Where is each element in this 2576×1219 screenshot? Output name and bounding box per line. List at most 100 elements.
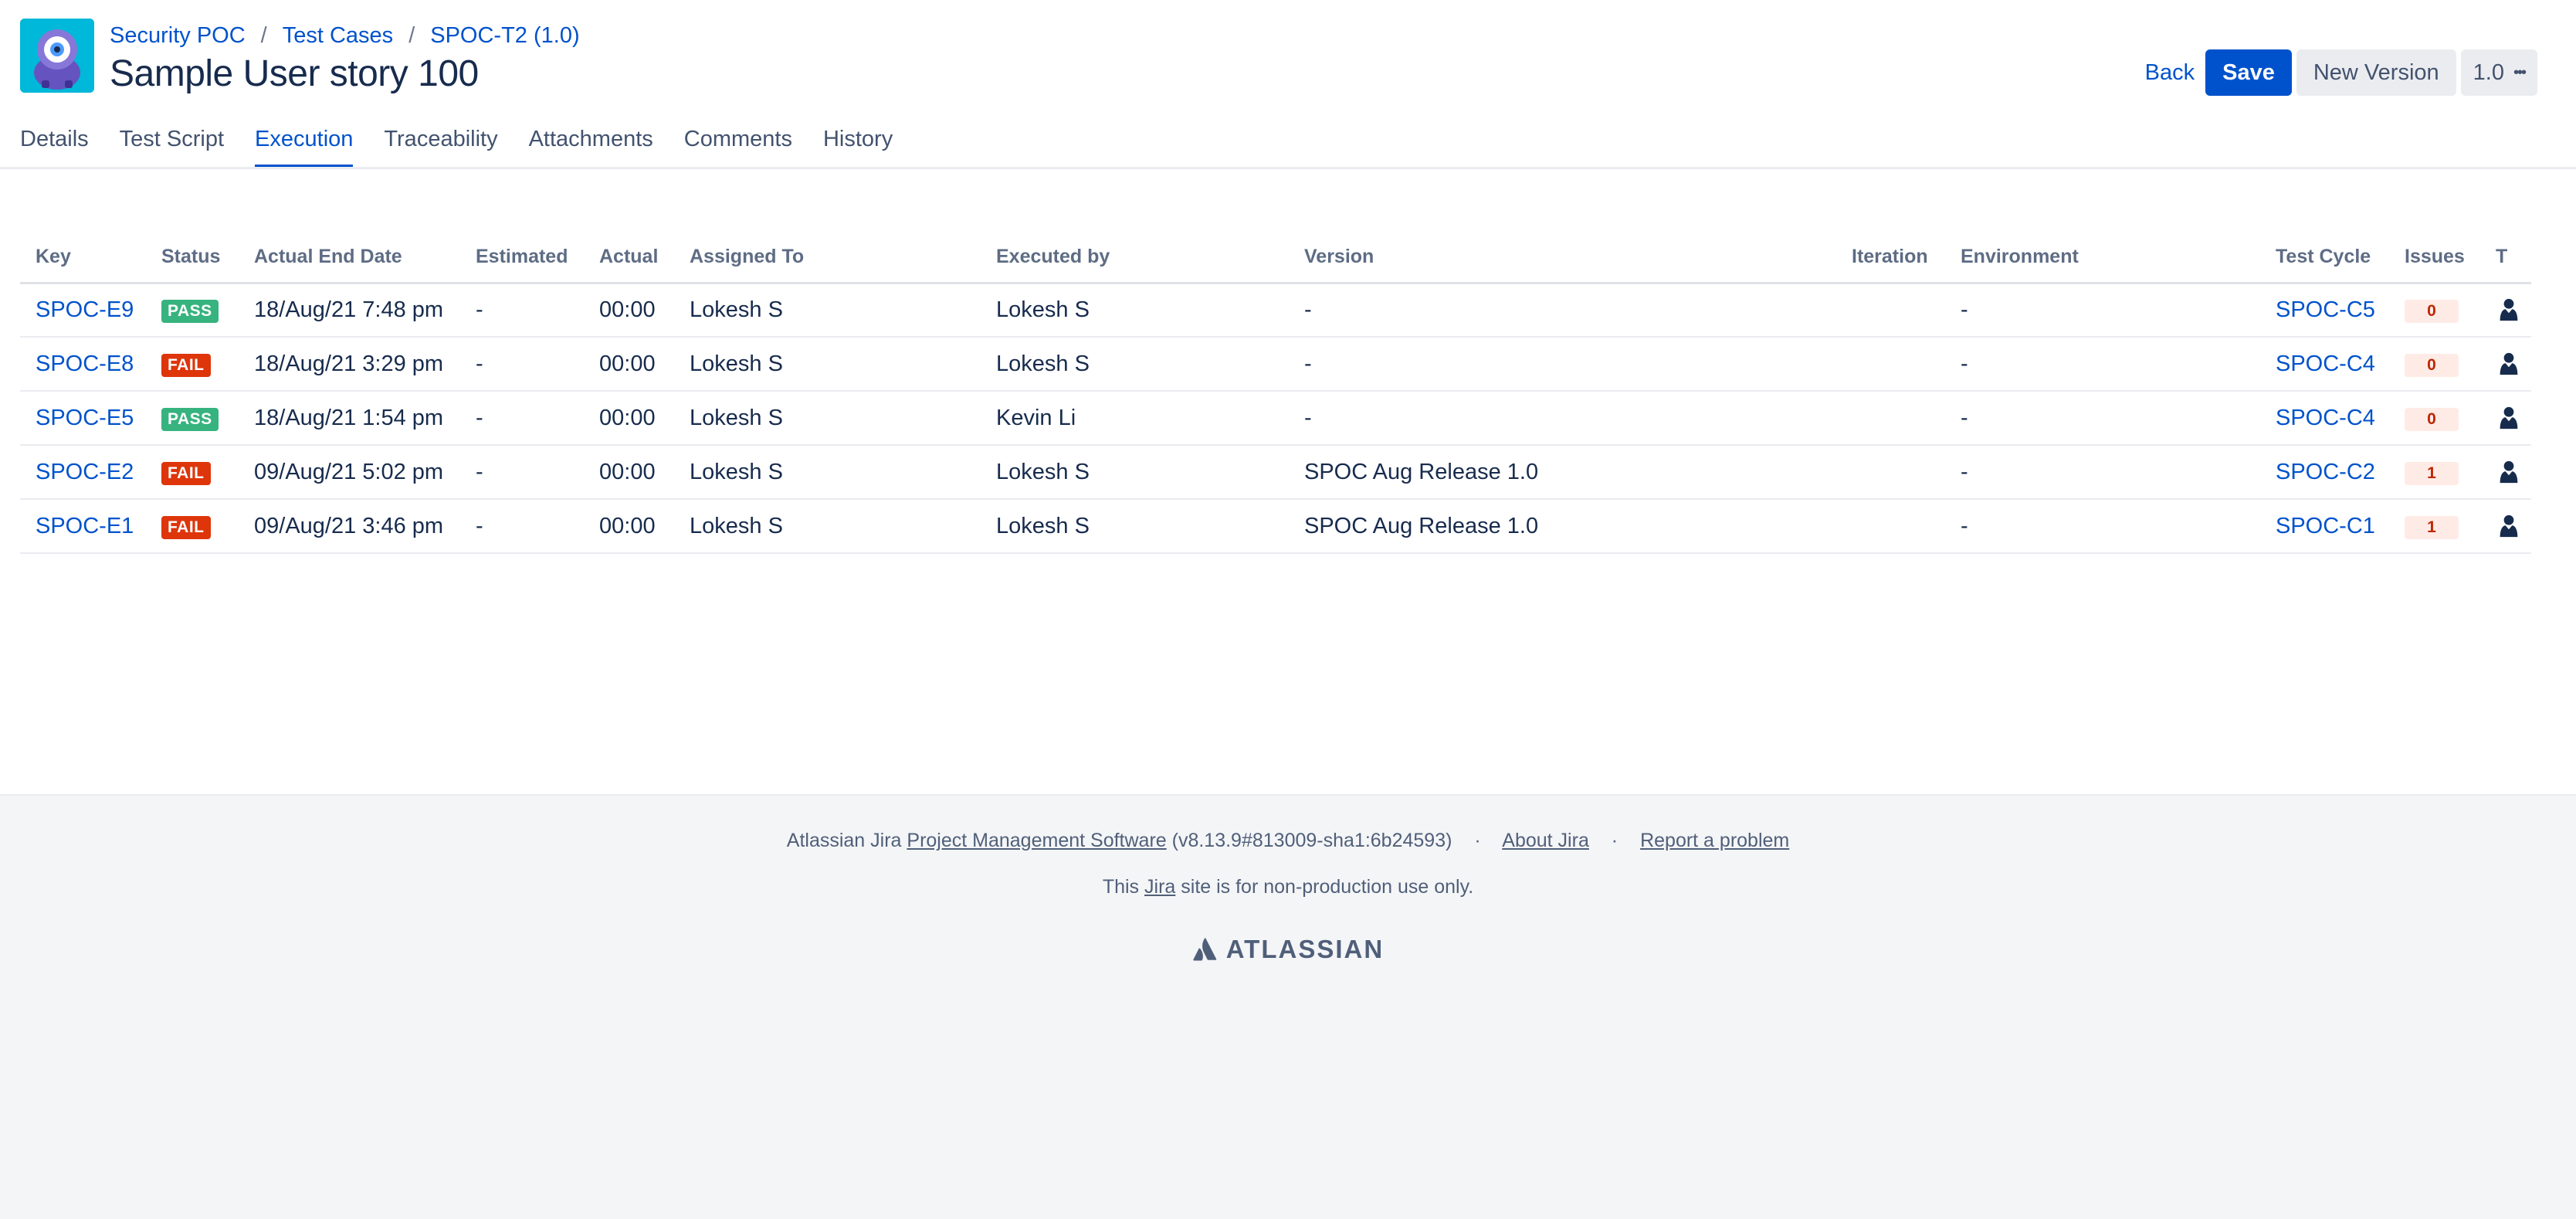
execution-key-link[interactable]: SPOC-E2 bbox=[36, 460, 134, 484]
breadcrumb-separator: / bbox=[408, 22, 415, 48]
person-icon[interactable] bbox=[2496, 513, 2522, 539]
assigned-to: Lokesh S bbox=[674, 283, 981, 338]
footer-notice-before: This bbox=[1102, 876, 1140, 898]
status-badge: FAIL bbox=[161, 516, 211, 539]
version: SPOC Aug Release 1.0 bbox=[1289, 445, 1836, 500]
estimated-time: - bbox=[460, 391, 584, 446]
table-row[interactable]: SPOC-E1 FAIL 09/Aug/21 3:46 pm - 00:00 L… bbox=[20, 499, 2531, 554]
atlassian-logo-text: ATLASSIAN bbox=[1225, 935, 1385, 963]
executions-table-container: Key Status Actual End Date Estimated Act… bbox=[20, 232, 2531, 554]
estimated-time: - bbox=[460, 337, 584, 392]
version-menu-button[interactable]: 1.0 ••• bbox=[2460, 49, 2537, 96]
iteration bbox=[1836, 391, 1945, 446]
person-icon[interactable] bbox=[2496, 459, 2522, 485]
issues-count-badge[interactable]: 0 bbox=[2405, 300, 2459, 324]
tab-traceability[interactable]: Traceability bbox=[384, 122, 497, 168]
column-header-key[interactable]: Key bbox=[20, 232, 146, 284]
atlassian-logo-icon bbox=[1193, 938, 1217, 961]
column-header-status[interactable]: Status bbox=[146, 232, 239, 284]
issues-count-badge[interactable]: 1 bbox=[2405, 462, 2459, 485]
header-divider bbox=[0, 167, 2576, 169]
iteration bbox=[1836, 499, 1945, 554]
column-header-estimated[interactable]: Estimated bbox=[460, 232, 584, 284]
estimated-time: - bbox=[460, 445, 584, 500]
person-icon[interactable] bbox=[2496, 351, 2522, 377]
atlassian-logo[interactable]: ATLASSIAN bbox=[0, 935, 2576, 964]
execution-key-link[interactable]: SPOC-E1 bbox=[36, 514, 134, 538]
table-row[interactable]: SPOC-E5 PASS 18/Aug/21 1:54 pm - 00:00 L… bbox=[20, 391, 2531, 446]
executed-by: Lokesh S bbox=[981, 499, 1289, 554]
executed-by: Lokesh S bbox=[981, 445, 1289, 500]
footer-jira-link[interactable]: Jira bbox=[1144, 876, 1175, 898]
issues-count-badge[interactable]: 0 bbox=[2405, 408, 2459, 431]
test-cycle-link[interactable]: SPOC-C1 bbox=[2276, 514, 2375, 538]
person-icon[interactable] bbox=[2496, 297, 2522, 323]
footer-dot: · bbox=[1474, 830, 1481, 851]
footer-about-link[interactable]: About Jira bbox=[1502, 830, 1589, 851]
person-icon[interactable] bbox=[2496, 405, 2522, 431]
estimated-time: - bbox=[460, 283, 584, 338]
column-header-environment[interactable]: Environment bbox=[1945, 232, 2260, 284]
status-badge: PASS bbox=[161, 408, 219, 431]
footer-notice-after: site is for non-production use only. bbox=[1181, 876, 1474, 898]
breadcrumb-project-link[interactable]: Security POC bbox=[110, 23, 246, 49]
footer-info: Atlassian Jira Project Management Softwa… bbox=[0, 830, 2576, 852]
header-actions: Back Save New Version 1.0 ••• bbox=[2139, 49, 2537, 96]
tab-history[interactable]: History bbox=[823, 122, 893, 168]
tab-attachments[interactable]: Attachments bbox=[529, 122, 653, 168]
tab-details[interactable]: Details bbox=[20, 122, 89, 168]
new-version-button[interactable]: New Version bbox=[2296, 49, 2456, 96]
save-button[interactable]: Save bbox=[2205, 49, 2292, 96]
actual-end-date: 09/Aug/21 5:02 pm bbox=[239, 445, 460, 500]
environment: - bbox=[1945, 337, 2260, 392]
actual-time: 00:00 bbox=[584, 499, 674, 554]
issues-count-badge[interactable]: 0 bbox=[2405, 354, 2459, 377]
tab-comments[interactable]: Comments bbox=[684, 122, 792, 168]
tab-bar: Details Test Script Execution Traceabili… bbox=[20, 122, 893, 168]
test-cycle-link[interactable]: SPOC-C4 bbox=[2276, 406, 2375, 430]
execution-key-link[interactable]: SPOC-E5 bbox=[36, 406, 134, 430]
column-header-version[interactable]: Version bbox=[1289, 232, 1836, 284]
table-row[interactable]: SPOC-E2 FAIL 09/Aug/21 5:02 pm - 00:00 L… bbox=[20, 445, 2531, 500]
version-label: 1.0 bbox=[2473, 59, 2504, 85]
execution-key-link[interactable]: SPOC-E9 bbox=[36, 297, 134, 322]
environment: - bbox=[1945, 499, 2260, 554]
executed-by: Lokesh S bbox=[981, 283, 1289, 338]
environment: - bbox=[1945, 445, 2260, 500]
iteration bbox=[1836, 445, 1945, 500]
breadcrumb: Security POC / Test Cases / SPOC-T2 (1.0… bbox=[110, 20, 580, 51]
executed-by: Lokesh S bbox=[981, 337, 1289, 392]
footer-pms-link[interactable]: Project Management Software bbox=[907, 830, 1166, 851]
actual-end-date: 18/Aug/21 7:48 pm bbox=[239, 283, 460, 338]
tab-execution[interactable]: Execution bbox=[255, 122, 354, 168]
column-header-test-cycle[interactable]: Test Cycle bbox=[2260, 232, 2389, 284]
column-header-issues[interactable]: Issues bbox=[2389, 232, 2480, 284]
footer-dot: · bbox=[1611, 830, 1618, 851]
breadcrumb-separator: / bbox=[260, 22, 267, 48]
breadcrumb-item-link[interactable]: SPOC-T2 (1.0) bbox=[430, 23, 579, 49]
table-row[interactable]: SPOC-E9 PASS 18/Aug/21 7:48 pm - 00:00 L… bbox=[20, 283, 2531, 338]
breadcrumb-section-link[interactable]: Test Cases bbox=[283, 23, 393, 49]
footer-notice: This Jira site is for non-production use… bbox=[0, 876, 2576, 898]
column-header-actual[interactable]: Actual bbox=[584, 232, 674, 284]
project-avatar-icon[interactable] bbox=[20, 19, 94, 93]
test-cycle-link[interactable]: SPOC-C4 bbox=[2276, 351, 2375, 376]
execution-key-link[interactable]: SPOC-E8 bbox=[36, 351, 134, 376]
test-cycle-link[interactable]: SPOC-C2 bbox=[2276, 460, 2375, 484]
column-header-iteration[interactable]: Iteration bbox=[1836, 232, 1945, 284]
assigned-to: Lokesh S bbox=[674, 391, 981, 446]
tab-test-script[interactable]: Test Script bbox=[120, 122, 224, 168]
test-cycle-link[interactable]: SPOC-C5 bbox=[2276, 297, 2375, 322]
column-header-t[interactable]: T bbox=[2480, 232, 2531, 284]
issues-count-badge[interactable]: 1 bbox=[2405, 516, 2459, 539]
actual-time: 00:00 bbox=[584, 445, 674, 500]
table-row[interactable]: SPOC-E8 FAIL 18/Aug/21 3:29 pm - 00:00 L… bbox=[20, 337, 2531, 392]
footer-report-link[interactable]: Report a problem bbox=[1640, 830, 1789, 851]
column-header-executed-by[interactable]: Executed by bbox=[981, 232, 1289, 284]
column-header-assigned-to[interactable]: Assigned To bbox=[674, 232, 981, 284]
status-badge: FAIL bbox=[161, 354, 211, 377]
environment: - bbox=[1945, 391, 2260, 446]
column-header-actual-end-date[interactable]: Actual End Date bbox=[239, 232, 460, 284]
actual-end-date: 18/Aug/21 3:29 pm bbox=[239, 337, 460, 392]
back-button[interactable]: Back bbox=[2139, 49, 2201, 96]
